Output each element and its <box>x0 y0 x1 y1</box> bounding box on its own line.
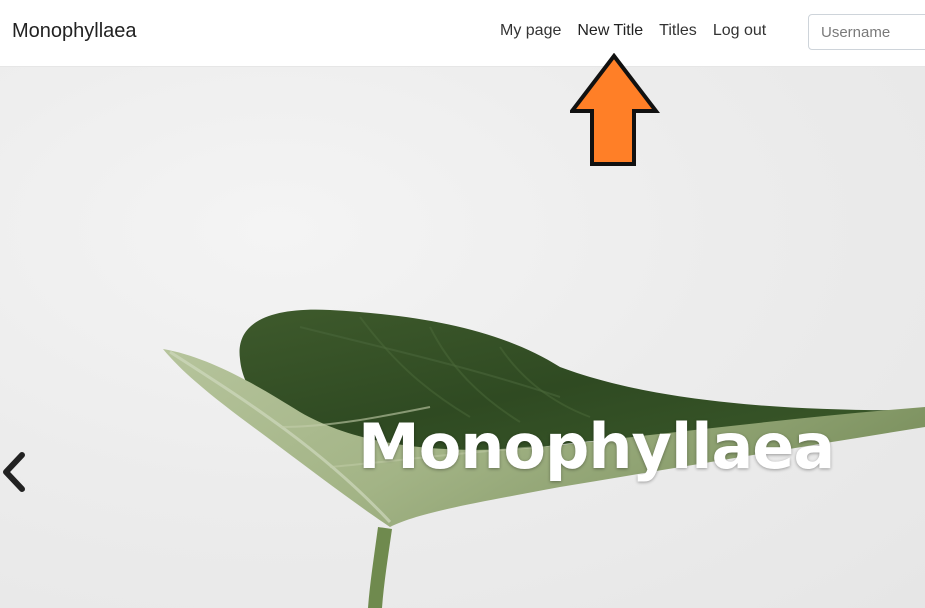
nav-link-log-out[interactable]: Log out <box>705 22 774 40</box>
leaf-image <box>163 309 925 608</box>
nav-link-titles[interactable]: Titles <box>651 22 705 40</box>
username-input[interactable] <box>808 14 925 50</box>
brand-link[interactable]: Monophyllaea <box>12 20 137 43</box>
nav-links: My page New Title Titles Log out <box>492 22 774 40</box>
nav-link-new-title[interactable]: New Title <box>569 22 651 40</box>
nav-link-my-page[interactable]: My page <box>492 22 569 40</box>
up-arrow-icon <box>570 53 660 166</box>
carousel-prev-button[interactable] <box>0 447 34 497</box>
navbar: Monophyllaea My page New Title Titles Lo… <box>0 0 925 67</box>
hero-carousel: Monophyllaea <box>0 67 925 608</box>
chevron-left-icon <box>3 452 25 492</box>
hero-caption: Monophyllaea <box>358 410 835 483</box>
